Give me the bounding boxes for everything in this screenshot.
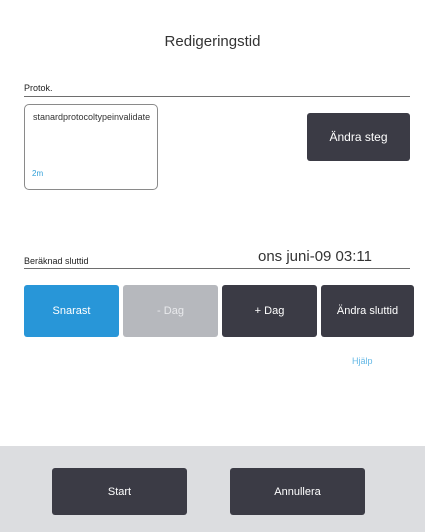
help-link[interactable]: Hjälp [352, 356, 373, 366]
protocol-section-label: Protok. [24, 83, 53, 93]
end-time-section-label: Beräknad sluttid [24, 256, 89, 266]
plus-day-button[interactable]: + Dag [222, 285, 317, 337]
dialog-footer: Start Annullera [0, 446, 425, 532]
protocol-name: stanardprotocoltypeinvalidate [33, 112, 151, 122]
minus-day-button[interactable]: - Dag [123, 285, 218, 337]
protocol-duration: 2m [32, 169, 44, 178]
end-time-value: ons juni-09 03:11 [258, 248, 372, 265]
protocol-card[interactable]: stanardprotocoltypeinvalidate 2m [24, 104, 158, 190]
protocol-divider [24, 96, 410, 97]
asap-button[interactable]: Snarast [24, 285, 119, 337]
change-end-time-button[interactable]: Ändra sluttid [321, 285, 414, 337]
end-time-divider [24, 268, 410, 269]
dialog-title: Redigeringstid [164, 33, 261, 50]
cancel-button[interactable]: Annullera [230, 468, 365, 515]
start-button[interactable]: Start [52, 468, 187, 515]
edit-steps-button[interactable]: Ändra steg [307, 113, 410, 161]
